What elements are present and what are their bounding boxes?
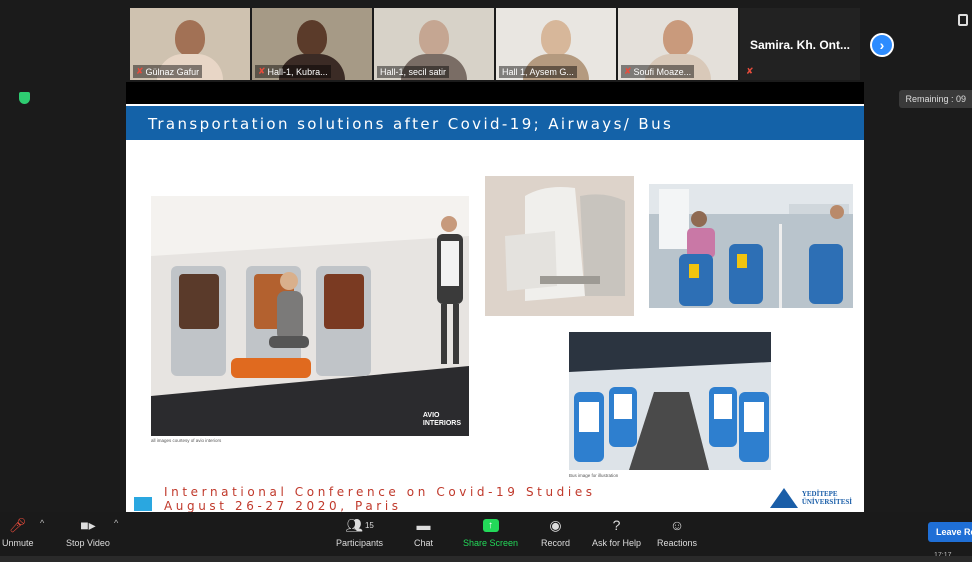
- taskbar-strip: [0, 556, 972, 562]
- help-icon: ?: [612, 517, 621, 533]
- record-icon: ◉: [549, 516, 562, 533]
- slide-top-strip: [126, 82, 864, 104]
- mic-muted-icon: ✘: [136, 66, 144, 76]
- cabin-logo-text: AVIO: [422, 412, 440, 419]
- bus-interior-photo: [649, 184, 853, 308]
- participant-tile[interactable]: Hall-1, secil satir: [374, 8, 494, 80]
- chat-button[interactable]: ▬ Chat: [414, 516, 433, 548]
- university-name: YEDİTEPE: [801, 490, 838, 498]
- mic-muted-icon: 🎤︎: [8, 516, 27, 533]
- participant-name: Hall-1, secil satir: [380, 67, 447, 77]
- conference-mark: [134, 497, 152, 511]
- seat-closeup-photo: [485, 176, 634, 316]
- shared-slide: Transportation solutions after Covid-19;…: [126, 104, 864, 512]
- reactions-icon: ☺: [669, 517, 685, 533]
- university-logo-icon: [769, 488, 798, 508]
- active-speaker-tile[interactable]: Samira. Kh. Ont... ✘: [740, 8, 860, 80]
- participant-tile[interactable]: ✘ Hall-1, Kubra...: [252, 8, 372, 80]
- next-page-icon[interactable]: ›: [870, 33, 894, 57]
- university-logo: YEDİTEPE ÜNİVERSİTESİ: [769, 488, 852, 508]
- stop-video-button[interactable]: ■▸ Stop Video: [66, 516, 110, 549]
- share-screen-button[interactable]: ↑ Share Screen: [463, 516, 518, 548]
- chevron-up-icon[interactable]: ^: [114, 518, 118, 528]
- leave-room-button[interactable]: Leave Re: [928, 522, 972, 542]
- cabin-logo-text: INTERIORS: [422, 420, 461, 427]
- zoom-meeting-window: ✘ Gülnaz Gafur ✘ Hall-1, Kubra... Hall-1, …: [0, 0, 972, 562]
- slide-title-bar: Transportation solutions after Covid-19;…: [126, 106, 864, 140]
- chat-icon: ▬: [416, 517, 431, 533]
- coach-photo-caption: Bus image for illustration: [569, 473, 619, 478]
- university-name: ÜNİVERSİTESİ: [801, 498, 852, 506]
- slide-title: Transportation solutions after Covid-19;…: [148, 115, 674, 133]
- participant-name: Hall 1, Aysem G...: [502, 67, 574, 77]
- participant-name: Gülnaz Gafur: [145, 66, 200, 77]
- participant-tile[interactable]: ✘ Gülnaz Gafur: [130, 8, 250, 80]
- mic-muted-icon: ✘: [624, 66, 632, 76]
- ask-for-help-button[interactable]: ? Ask for Help: [592, 516, 641, 548]
- active-speaker-name: Samira. Kh. Ont...: [749, 38, 851, 52]
- video-icon: ■▸: [80, 516, 96, 533]
- view-toggle-icon[interactable]: [958, 14, 968, 26]
- cabin-photo-caption: all images courtesy of avio interiors: [151, 438, 222, 443]
- coach-interior-photo: [569, 332, 771, 470]
- mic-muted-icon: ✘: [258, 66, 266, 76]
- participants-button[interactable]: 👥︎ 15 Participants: [336, 516, 383, 549]
- participant-tile[interactable]: Hall 1, Aysem G...: [496, 8, 616, 80]
- reactions-button[interactable]: ☺ Reactions: [657, 516, 697, 548]
- participants-icon: 👥︎ 15: [345, 516, 374, 533]
- mic-muted-icon: ✘: [746, 66, 754, 76]
- unmute-button[interactable]: 🎤︎ Unmute: [2, 516, 34, 549]
- remaining-time-label: Remaining : 09: [899, 90, 972, 108]
- participant-tile[interactable]: ✘ Soufi Moaze...: [618, 8, 738, 80]
- aircraft-cabin-photo: AVIO INTERIORS: [151, 196, 469, 436]
- share-screen-icon: ↑: [482, 516, 499, 534]
- record-button[interactable]: ◉ Record: [541, 516, 570, 549]
- conference-name: International Conference on Covid-19 Stu…: [164, 485, 596, 499]
- participant-name: Hall-1, Kubra...: [267, 66, 328, 77]
- chevron-up-icon[interactable]: ^: [40, 518, 44, 528]
- meeting-toolbar: 🎤︎ Unmute ^ ■▸ Stop Video ^ 👥︎ 15 Partici…: [0, 512, 972, 562]
- shield-icon[interactable]: [19, 92, 30, 104]
- participant-name: Soufi Moaze...: [633, 66, 692, 77]
- participant-gallery: ✘ Gülnaz Gafur ✘ Hall-1, Kubra... Hall-1, …: [130, 8, 860, 80]
- conference-date: August 26-27 2020, Paris: [164, 499, 402, 512]
